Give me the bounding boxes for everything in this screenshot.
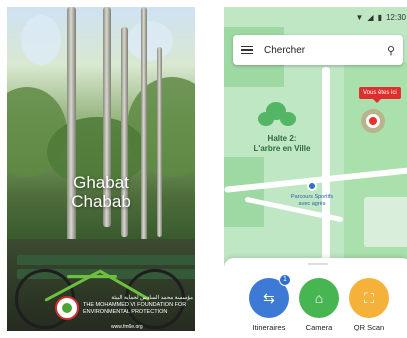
bike-frame bbox=[67, 275, 117, 278]
poi-label-line2: L'arbre en Ville bbox=[253, 144, 311, 153]
qr-scan-action[interactable]: ⛶ QR Scan bbox=[349, 278, 389, 331]
foundation-name-fr: THE MOHAMMED VI FOUNDATION FOR ENVIRONME… bbox=[83, 302, 187, 315]
tree-trunk bbox=[67, 7, 76, 257]
map-screen: Halte 2: L'arbre en Ville Parcours Sport… bbox=[224, 7, 407, 331]
qr-scan-icon: ⛶ bbox=[364, 289, 374, 306]
bench bbox=[17, 255, 195, 265]
status-time: 12:30 bbox=[385, 12, 406, 22]
map-road bbox=[322, 67, 330, 267]
map-road bbox=[364, 197, 407, 247]
foundation-logo-icon bbox=[55, 296, 79, 320]
wifi-icon: ▼ bbox=[355, 12, 364, 22]
sky-patch bbox=[21, 15, 61, 65]
foundation-name-ar: مؤسسة محمد السادس لحماية البيئة bbox=[111, 295, 193, 301]
poi-label-line1: Halte 2: bbox=[267, 134, 297, 143]
notification-badge: 1 bbox=[279, 274, 291, 286]
signal-icon: ◢ bbox=[367, 12, 374, 22]
poi-label-main[interactable]: Halte 2: L'arbre en Ville bbox=[242, 134, 322, 154]
status-bar: ▼ ◢ ▮ 12:30 bbox=[224, 7, 407, 27]
current-location-marker[interactable] bbox=[366, 114, 380, 128]
poi-sports-line2: avec agrès bbox=[298, 200, 326, 207]
menu-icon[interactable] bbox=[241, 45, 253, 55]
tree-trunk bbox=[141, 7, 147, 247]
itineraries-action[interactable]: ⇆ 1 Itineraires bbox=[249, 274, 291, 331]
sheet-handle[interactable] bbox=[308, 263, 328, 265]
bottom-action-sheet: ⇆ 1 Itineraires ⌂ Camera ⛶ QR Scan bbox=[224, 258, 407, 331]
sports-poi-dot[interactable] bbox=[307, 181, 317, 191]
poi-label-sports[interactable]: Parcours Sportifs avec agrès bbox=[282, 194, 342, 207]
app-title-line1: Ghabat bbox=[73, 173, 129, 192]
you-are-here-tooltip: Vous êtes ici bbox=[359, 87, 401, 103]
splash-screen: Ghabat Chabab مؤسسة محمد السادس لحماية ا… bbox=[7, 7, 195, 331]
search-icon[interactable]: ⚲ bbox=[387, 44, 395, 57]
sky-patch bbox=[127, 21, 173, 61]
search-bar[interactable]: Chercher ⚲ bbox=[233, 35, 403, 65]
camera-icon: ⌂ bbox=[314, 290, 324, 306]
qr-scan-button[interactable]: ⛶ bbox=[349, 278, 389, 318]
foundation-url: www.fm6e.org bbox=[111, 324, 143, 330]
foundation-name: مؤسسة محمد السادس لحماية البيئة THE MOHA… bbox=[83, 295, 193, 316]
itineraries-button[interactable]: ⇆ 1 bbox=[249, 274, 291, 318]
app-title: Ghabat Chabab bbox=[7, 173, 195, 211]
qr-scan-label: QR Scan bbox=[353, 323, 385, 331]
app-title-line2: Chabab bbox=[71, 192, 131, 211]
route-icon: ⇆ bbox=[263, 289, 275, 306]
camera-button[interactable]: ⌂ bbox=[299, 278, 339, 318]
camera-action[interactable]: ⌂ Camera bbox=[299, 278, 339, 331]
poi-sports-line1: Parcours Sportifs bbox=[290, 194, 334, 200]
trees-poi-icon[interactable] bbox=[258, 102, 298, 132]
battery-icon: ▮ bbox=[377, 12, 382, 22]
search-input[interactable]: Chercher bbox=[264, 45, 387, 56]
